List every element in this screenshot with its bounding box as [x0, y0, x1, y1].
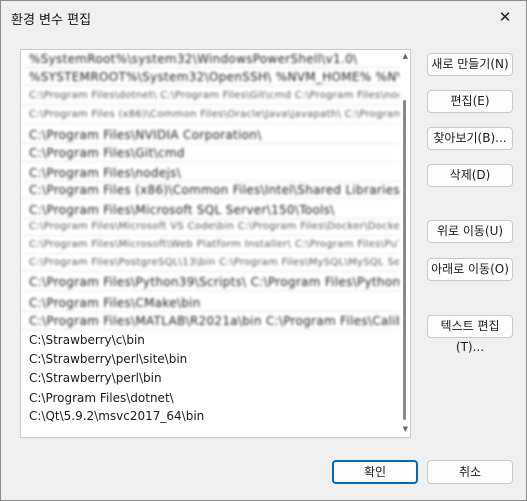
path-list-item[interactable]: C:\Program Files (x86)\Common Files\Orac…: [21, 106, 399, 124]
path-list-item[interactable]: C:\Strawberry\perl\bin: [21, 369, 399, 387]
browse-button[interactable]: 찾아보기(B)...: [427, 127, 513, 150]
scroll-up-arrow-icon[interactable]: ▲: [403, 52, 408, 60]
edit-text-button[interactable]: 텍스트 편집(T)...: [427, 315, 513, 354]
path-list-item[interactable]: C:\Program Files\Python39\Scripts\ C:\Pr…: [21, 273, 399, 291]
ok-button[interactable]: 확인: [332, 460, 418, 484]
path-entries-list[interactable]: ▲ ▼ %SystemRoot%\system32\WindowsPowerSh…: [20, 49, 411, 438]
path-list-item[interactable]: %SystemRoot%\system32\WindowsPowerShell\…: [21, 50, 399, 68]
path-list-item[interactable]: C:\Program Files (x86)\Common Files\Inte…: [21, 181, 399, 199]
path-list-item[interactable]: C:\Program Files\PostgreSQL\13\bin C:\Pr…: [21, 254, 399, 272]
path-list-item[interactable]: C:\Program Files\dotnet\: [21, 389, 399, 407]
vertical-scrollbar-thumb[interactable]: [403, 100, 406, 420]
scroll-down-arrow-icon[interactable]: ▼: [403, 425, 408, 433]
close-icon[interactable]: ✕: [490, 5, 520, 29]
path-list-item[interactable]: C:\Program Files\dotnet\ C:\Program File…: [21, 87, 399, 105]
path-list-item[interactable]: C:\Program Files\MATLAB\R2021a\bin C:\Pr…: [21, 312, 399, 330]
new-button[interactable]: 새로 만들기(N): [427, 53, 513, 76]
move-up-button[interactable]: 위로 이동(U): [427, 220, 513, 243]
path-list-item[interactable]: C:\Strawberry\perl\site\bin: [21, 350, 399, 368]
path-list-item[interactable]: %SYSTEMROOT%\System32\OpenSSH\ %NVM_HOME…: [21, 68, 399, 86]
edit-environment-variable-dialog: 환경 변수 편집 ✕ ▲ ▼ %SystemRoot%\system32\Win…: [0, 0, 527, 501]
path-list-item[interactable]: C:\Strawberry\c\bin: [21, 331, 399, 349]
dialog-title: 환경 변수 편집: [11, 13, 92, 28]
path-list-item[interactable]: C:\Program Files\Microsoft\Web Platform …: [21, 236, 399, 254]
cancel-button[interactable]: 취소: [427, 460, 513, 484]
path-list-item[interactable]: C:\Qt\5.9.2\msvc2017_64\bin: [21, 407, 399, 425]
move-down-button[interactable]: 아래로 이동(O): [427, 258, 513, 281]
path-list-item[interactable]: C:\Program Files\Microsoft VS Code\bin C…: [21, 218, 399, 236]
path-list-item[interactable]: C:\Program Files\CMake\bin: [21, 294, 399, 312]
delete-button[interactable]: 삭제(D): [427, 164, 513, 187]
title-bar: 환경 변수 편집 ✕: [1, 1, 526, 33]
path-list-item[interactable]: C:\Program Files\nodejs\: [21, 164, 399, 182]
path-list-item[interactable]: C:\Program Files\Git\cmd: [21, 144, 399, 162]
edit-button[interactable]: 편집(E): [427, 90, 513, 113]
path-list-item[interactable]: C:\Program Files\Microsoft SQL Server\15…: [21, 201, 399, 219]
path-list-item[interactable]: C:\Program Files\NVIDIA Corporation\: [21, 126, 399, 144]
